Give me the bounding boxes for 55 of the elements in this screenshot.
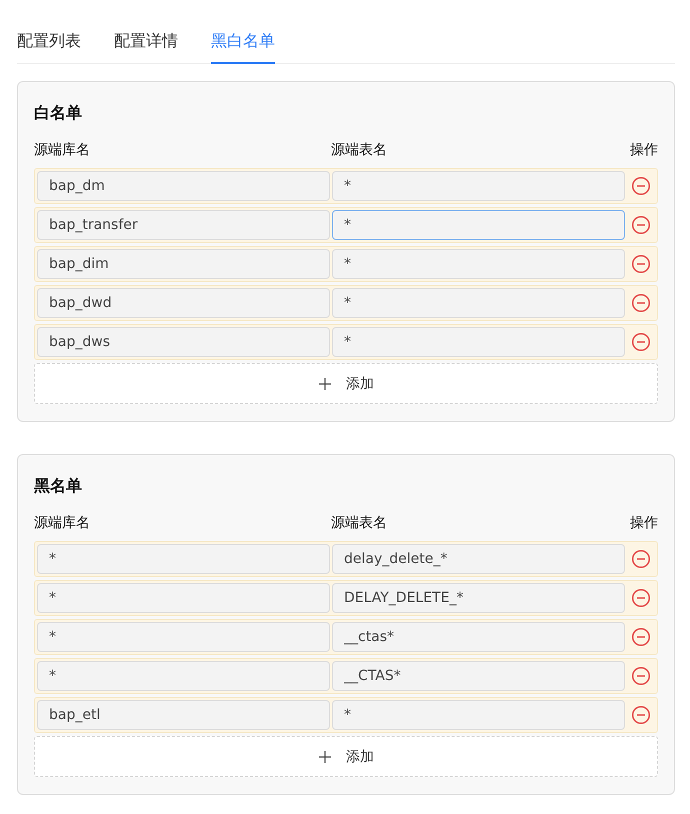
column-header: 操作 — [630, 514, 658, 533]
database-field[interactable]: bap_transfer — [37, 210, 330, 240]
section-title: 白名单 — [34, 102, 83, 124]
database-field[interactable]: * — [37, 661, 330, 691]
table-field[interactable]: delay_delete_* — [332, 544, 625, 574]
minus-circle-icon — [631, 588, 651, 608]
remove-button[interactable] — [631, 176, 651, 196]
minus-circle-icon — [631, 254, 651, 274]
tab[interactable]: 配置详情 — [114, 30, 178, 64]
column-header: 操作 — [630, 141, 658, 160]
plus-icon — [318, 750, 332, 764]
remove-button[interactable] — [631, 549, 651, 569]
database-field[interactable]: bap_dm — [37, 171, 330, 201]
remove-button[interactable] — [631, 627, 651, 647]
remove-button[interactable] — [631, 705, 651, 725]
column-header: 源端表名 — [331, 141, 388, 160]
remove-button[interactable] — [631, 293, 651, 313]
database-field[interactable]: * — [37, 622, 330, 652]
database-field[interactable]: * — [37, 544, 330, 574]
remove-button[interactable] — [631, 254, 651, 274]
table-field[interactable]: * — [332, 210, 625, 240]
database-field[interactable]: bap_dws — [37, 327, 330, 357]
plus-icon — [318, 376, 332, 390]
minus-circle-icon — [631, 215, 651, 235]
database-field[interactable]: * — [37, 583, 330, 613]
add-button[interactable]: 添加 — [34, 363, 658, 404]
minus-circle-icon — [631, 293, 651, 313]
database-field[interactable]: bap_dim — [37, 249, 330, 279]
tab[interactable]: 黑白名单 — [211, 30, 275, 64]
table-field[interactable]: * — [332, 249, 625, 279]
minus-circle-icon — [631, 666, 651, 686]
column-header: 源端表名 — [331, 514, 388, 533]
database-field[interactable]: bap_etl — [37, 700, 330, 730]
table-field[interactable]: * — [332, 171, 625, 201]
remove-button[interactable] — [631, 215, 651, 235]
table-field[interactable]: * — [332, 288, 625, 318]
remove-button[interactable] — [631, 666, 651, 686]
table-field[interactable]: __ctas* — [332, 622, 625, 652]
table-field[interactable]: * — [332, 327, 625, 357]
remove-button[interactable] — [631, 332, 651, 352]
section-title: 黑名单 — [34, 475, 83, 497]
add-button[interactable]: 添加 — [34, 736, 658, 777]
remove-button[interactable] — [631, 588, 651, 608]
column-header: 源端库名 — [34, 141, 91, 160]
minus-circle-icon — [631, 549, 651, 569]
database-field[interactable]: bap_dwd — [37, 288, 330, 318]
minus-circle-icon — [631, 332, 651, 352]
table-field[interactable]: * — [332, 700, 625, 730]
tab[interactable]: 配置列表 — [17, 30, 81, 64]
minus-circle-icon — [631, 705, 651, 725]
minus-circle-icon — [631, 627, 651, 647]
column-header: 源端库名 — [34, 514, 91, 533]
minus-circle-icon — [631, 176, 651, 196]
table-field[interactable]: __CTAS* — [332, 661, 625, 691]
table-field[interactable]: DELAY_DELETE_* — [332, 583, 625, 613]
